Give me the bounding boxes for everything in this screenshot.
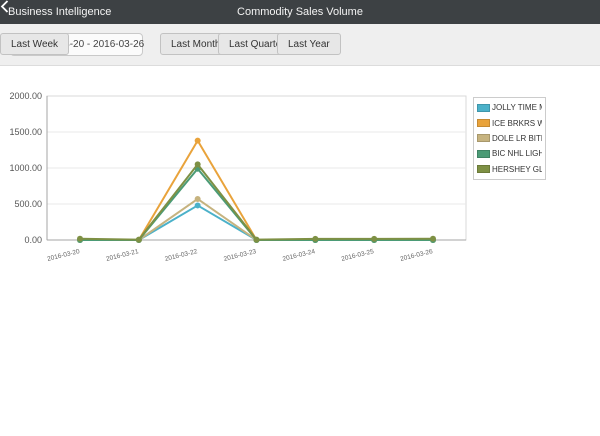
filter-toolbar: Last Week Last Month Last Quarter Last Y… <box>0 24 600 66</box>
x-tick-label: 2016-03-20 <box>47 248 81 263</box>
data-point-hershey[interactable] <box>195 161 201 167</box>
data-point-hershey[interactable] <box>312 236 318 242</box>
legend-swatch <box>477 134 490 142</box>
legend-label: JOLLY TIME MI... <box>492 103 542 112</box>
legend-item-hershey[interactable]: HERSHEY GLO... <box>477 162 542 177</box>
x-tick-label: 2016-03-26 <box>400 248 434 263</box>
data-point-ice-brkrs[interactable] <box>195 138 201 144</box>
data-point-hershey[interactable] <box>136 237 142 243</box>
data-point-hershey[interactable] <box>77 236 83 242</box>
legend-label: ICE BRKRS WI... <box>492 119 542 128</box>
last-year-button[interactable]: Last Year <box>277 33 341 55</box>
y-tick-label: 500.00 <box>14 199 42 209</box>
legend-label: HERSHEY GLO... <box>492 165 542 174</box>
chart-legend: JOLLY TIME MI... ICE BRKRS WI... DOLE LR B… <box>473 97 546 180</box>
legend-swatch <box>477 119 490 127</box>
y-tick-label: 1500.00 <box>9 127 42 137</box>
legend-swatch <box>477 104 490 112</box>
x-tick-label: 2016-03-23 <box>223 248 257 263</box>
chevron-left-icon <box>0 0 9 13</box>
x-tick-label: 2016-03-22 <box>164 248 198 263</box>
back-button-label: Business Intelligence <box>8 6 111 18</box>
data-point-hershey[interactable] <box>371 236 377 242</box>
legend-swatch <box>477 165 490 173</box>
x-tick-label: 2016-03-24 <box>282 248 316 263</box>
x-tick-label: 2016-03-25 <box>341 248 375 263</box>
legend-label: BIC NHL LIGH... <box>492 149 542 158</box>
data-point-hershey[interactable] <box>430 236 436 242</box>
y-tick-label: 1000.00 <box>9 163 42 173</box>
back-button[interactable]: Business Intelligence <box>0 0 119 24</box>
y-tick-label: 2000.00 <box>9 91 42 101</box>
legend-label: DOLE LR BITE... <box>492 134 542 143</box>
data-point-hershey[interactable] <box>254 237 260 243</box>
last-week-button[interactable]: Last Week <box>0 33 69 55</box>
y-tick-label: 0.00 <box>24 235 42 245</box>
x-tick-label: 2016-03-21 <box>105 248 139 263</box>
app-header: Business Intelligence Commodity Sales Vo… <box>0 0 600 24</box>
legend-item-dole-lr-bite[interactable]: DOLE LR BITE... <box>477 131 542 146</box>
data-point-dole-lr-bite[interactable] <box>195 196 201 202</box>
legend-item-jolly-time[interactable]: JOLLY TIME MI... <box>477 100 542 115</box>
data-point-jolly-time[interactable] <box>195 202 201 208</box>
legend-item-ice-brkrs[interactable]: ICE BRKRS WI... <box>477 115 542 130</box>
legend-item-bic-nhl[interactable]: BIC NHL LIGH... <box>477 146 542 161</box>
app-window: 0.00 500.00 1000.00 1500.00 2000.00 2016-03-2… <box>0 0 600 436</box>
legend-swatch <box>477 150 490 158</box>
